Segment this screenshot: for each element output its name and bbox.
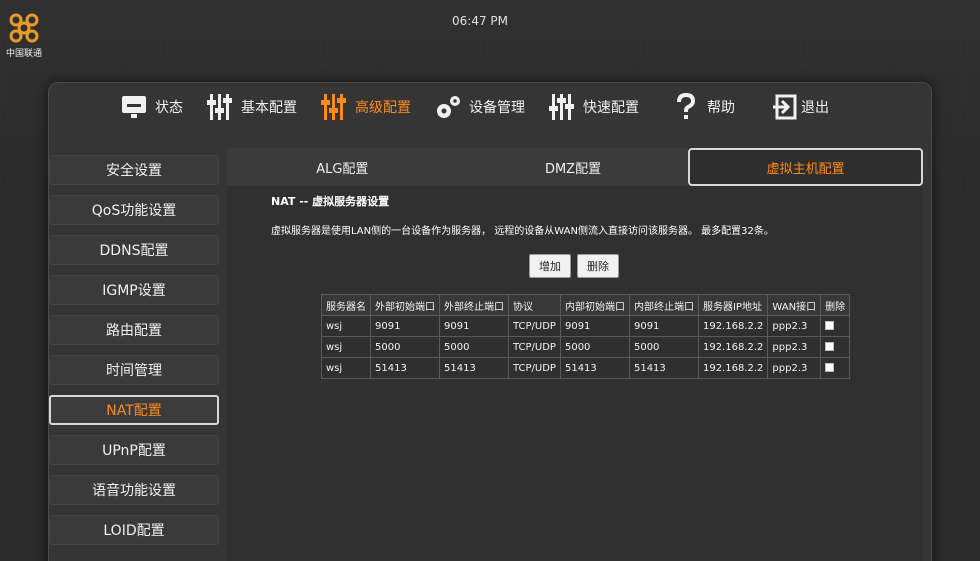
sidebar-item-loid[interactable]: LOID配置 [49,515,219,545]
brand-logo-text: 中国联通 [5,49,42,59]
header-ext-start-port: 外部初始端口 [370,294,440,316]
brand-logo: 中国联通 [0,8,48,64]
delete-checkbox[interactable] [825,363,835,372]
nav-help-label: 帮助 [707,100,735,116]
cell-int-end-port: 51413 [628,357,699,379]
cell-server-ip: 192.168.2.2 [697,315,769,337]
header-int-start-port: 内部初始端口 [559,294,630,316]
sidebar-item-nat[interactable]: NAT配置 [49,395,219,425]
cell-delete [820,315,851,337]
section-description: 虚拟服务器是使用LAN侧的一台设备作为服务器， 远程的设备从WAN侧流入直接访问… [271,226,774,237]
nav-device-management-label: 设备管理 [469,100,525,116]
section-title: NAT -- 虚拟服务器设置 [271,195,390,208]
question-icon [671,92,701,122]
nav-status[interactable]: 状态 [119,92,183,122]
header-ext-end-port: 外部终止端口 [439,294,509,316]
sidebar-item-voice[interactable]: 语音功能设置 [49,475,219,505]
cell-protocol: TCP/UDP [508,336,561,358]
nav-basic-config-label: 基本配置 [241,100,297,116]
header-int-end-port: 内部终止端口 [628,294,699,316]
tab-bar: ALG配置 DMZ配置 虚拟主机配置 [227,148,924,186]
cell-int-start-port: 9091 [559,315,630,337]
content-panel: ALG配置 DMZ配置 虚拟主机配置 NAT -- 虚拟服务器设置 虚拟服务器是… [227,148,924,561]
table-row: wsj 51413 51413 TCP/UDP 51413 51413 192.… [321,357,851,379]
main-panel: 状态 基本配置 高级配置 设备管理 快速配置 帮助 退出 安全设置 QoS功能设… [48,82,932,561]
cell-int-start-port: 5000 [559,336,630,358]
clock: 06:47 PM [452,14,508,28]
cell-server-name: wsj [321,315,371,337]
cell-wan-interface: ppp2.3 [767,357,822,379]
nav-advanced-config[interactable]: 高级配置 [319,92,411,122]
cell-int-end-port: 5000 [628,336,699,358]
nav-basic-config[interactable]: 基本配置 [205,92,297,122]
nav-logout[interactable]: 退出 [771,92,829,122]
cell-ext-start-port: 5000 [370,336,440,358]
sidebar-item-qos[interactable]: QoS功能设置 [49,195,219,225]
action-buttons: 增加 删除 [529,254,619,278]
cell-delete [820,336,851,358]
cell-ext-end-port: 5000 [439,336,509,358]
nav-device-management[interactable]: 设备管理 [433,92,525,122]
cell-wan-interface: ppp2.3 [767,336,822,358]
top-navigation: 状态 基本配置 高级配置 设备管理 快速配置 帮助 退出 [49,83,931,131]
sidebar-item-igmp[interactable]: IGMP设置 [49,275,219,305]
cell-ext-end-port: 9091 [439,315,509,337]
nav-quick-config[interactable]: 快速配置 [547,92,639,122]
china-unicom-logo-icon [9,13,39,43]
tab-alg[interactable]: ALG配置 [227,148,458,186]
header-wan-interface: WAN接口 [767,294,822,316]
nav-status-label: 状态 [155,100,183,116]
nav-logout-label: 退出 [801,100,829,116]
cell-ext-end-port: 51413 [439,357,509,379]
logout-icon [771,92,801,122]
cell-wan-interface: ppp2.3 [767,315,822,337]
gears-icon [433,92,463,122]
delete-checkbox[interactable] [825,321,835,330]
nav-advanced-config-label: 高级配置 [355,100,411,116]
header-delete: 删除 [820,294,851,316]
monitor-icon [119,92,149,122]
header-server-ip: 服务器IP地址 [697,294,769,316]
sidebar: 安全设置 QoS功能设置 DDNS配置 IGMP设置 路由配置 时间管理 NAT… [49,155,219,555]
table-row: wsj 9091 9091 TCP/UDP 9091 9091 192.168.… [321,315,851,337]
sliders-icon [205,92,235,122]
cell-delete [820,357,851,379]
cell-ext-start-port: 51413 [370,357,440,379]
nav-help[interactable]: 帮助 [671,92,735,122]
tab-dmz[interactable]: DMZ配置 [457,148,689,186]
sidebar-item-upnp[interactable]: UPnP配置 [49,435,219,465]
cell-server-ip: 192.168.2.2 [697,336,769,358]
virtual-server-table: 服务器名 外部初始端口 外部终止端口 协议 内部初始端口 内部终止端口 服务器I… [321,294,851,379]
cell-protocol: TCP/UDP [508,357,561,379]
sidebar-item-routing[interactable]: 路由配置 [49,315,219,345]
cell-server-name: wsj [321,336,371,358]
header-protocol: 协议 [508,294,561,316]
sidebar-item-time[interactable]: 时间管理 [49,355,219,385]
cell-protocol: TCP/UDP [508,315,561,337]
tab-virtual-host[interactable]: 虚拟主机配置 [688,148,924,186]
sidebar-item-security[interactable]: 安全设置 [49,155,219,185]
cell-ext-start-port: 9091 [370,315,440,337]
nav-quick-config-label: 快速配置 [583,100,639,116]
delete-checkbox[interactable] [825,342,835,351]
add-button[interactable]: 增加 [529,254,571,278]
table-header-row: 服务器名 外部初始端口 外部终止端口 协议 内部初始端口 内部终止端口 服务器I… [321,294,851,316]
header-server-name: 服务器名 [321,294,371,316]
sliders-quick-icon [547,92,577,122]
cell-int-start-port: 51413 [559,357,630,379]
cell-server-ip: 192.168.2.2 [697,357,769,379]
sliders-advanced-icon [319,92,349,122]
cell-server-name: wsj [321,357,371,379]
delete-button[interactable]: 删除 [577,254,619,278]
table-row: wsj 5000 5000 TCP/UDP 5000 5000 192.168.… [321,336,851,358]
cell-int-end-port: 9091 [628,315,699,337]
sidebar-item-ddns[interactable]: DDNS配置 [49,235,219,265]
